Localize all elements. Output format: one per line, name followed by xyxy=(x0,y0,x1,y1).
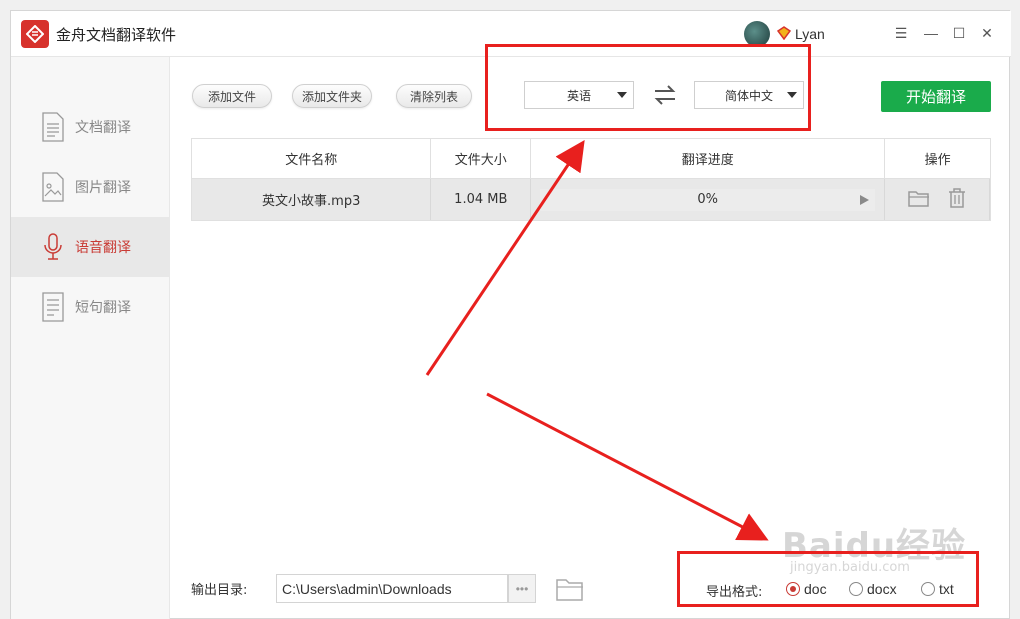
open-folder-icon[interactable] xyxy=(908,189,930,211)
output-dir-label: 输出目录: xyxy=(191,583,248,598)
annotation-box-export xyxy=(677,551,979,607)
microphone-icon xyxy=(39,230,67,264)
sidebar-item-voice[interactable]: 语音翻译 xyxy=(11,217,170,277)
open-output-folder-icon[interactable] xyxy=(556,577,584,606)
header-progress: 翻译进度 xyxy=(531,139,886,178)
close-icon[interactable]: ✕ xyxy=(977,23,997,43)
progress-bar: 0% xyxy=(540,188,876,211)
table-row[interactable]: 英文小故事.mp3 1.04 MB 0% xyxy=(192,179,990,220)
delete-icon[interactable] xyxy=(948,187,966,212)
sidebar-item-label: 短句翻译 xyxy=(75,300,131,316)
file-size: 1.04 MB xyxy=(431,179,532,220)
table-header: 文件名称 文件大小 翻译进度 操作 xyxy=(192,139,990,179)
sidebar-item-sentence[interactable]: 短句翻译 xyxy=(11,277,170,337)
sidebar-item-document[interactable]: 文档翻译 xyxy=(11,97,170,157)
vip-badge-icon xyxy=(776,26,792,45)
image-icon xyxy=(39,170,67,204)
app-logo-icon xyxy=(21,20,49,48)
browse-button[interactable]: ••• xyxy=(508,574,536,603)
app-title: 金舟文档翻译软件 xyxy=(56,26,177,44)
sidebar-item-label: 语音翻译 xyxy=(75,240,131,256)
maximize-icon[interactable]: ☐ xyxy=(949,23,969,43)
actions-cell xyxy=(885,179,990,220)
clear-list-button[interactable]: 清除列表 xyxy=(396,84,472,108)
add-file-button[interactable]: 添加文件 xyxy=(192,84,272,108)
header-actions: 操作 xyxy=(924,153,951,168)
play-icon[interactable] xyxy=(860,194,870,205)
add-folder-button[interactable]: 添加文件夹 xyxy=(292,84,372,108)
menu-icon[interactable]: ☰ xyxy=(891,23,911,43)
minimize-icon[interactable]: — xyxy=(921,23,941,43)
progress-text: 0% xyxy=(697,192,719,207)
sidebar-item-label: 文档翻译 xyxy=(75,120,131,136)
sidebar-item-label: 图片翻译 xyxy=(75,180,131,196)
header-file-size: 文件大小 xyxy=(431,139,532,178)
start-translate-button[interactable]: 开始翻译 xyxy=(881,81,991,112)
text-icon xyxy=(39,290,67,324)
file-table: 文件名称 文件大小 翻译进度 操作 英文小故事.mp3 1.04 MB 0% xyxy=(191,138,991,221)
sidebar: 文档翻译 图片翻译 语音翻译 短句翻译 xyxy=(11,57,170,619)
file-name: 英文小故事.mp3 xyxy=(192,179,432,220)
username[interactable]: Lyan xyxy=(795,26,825,42)
output-path-field[interactable]: C:\Users\admin\Downloads xyxy=(276,574,508,603)
progress-cell: 0% xyxy=(531,179,886,220)
annotation-box-languages xyxy=(485,44,811,131)
sidebar-item-image[interactable]: 图片翻译 xyxy=(11,157,170,217)
document-icon xyxy=(39,110,67,144)
header-file-name: 文件名称 xyxy=(192,139,432,178)
